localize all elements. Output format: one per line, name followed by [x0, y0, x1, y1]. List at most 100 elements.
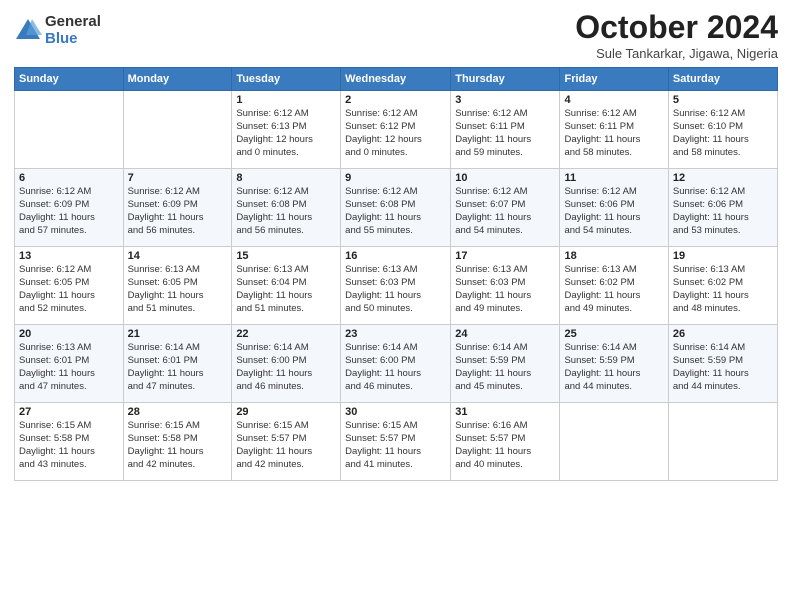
day-info: Sunrise: 6:15 AM Sunset: 5:57 PM Dayligh…: [345, 420, 446, 471]
calendar-cell: [15, 91, 124, 169]
calendar-week-row: 1 Sunrise: 6:12 AM Sunset: 6:13 PM Daylig…: [15, 91, 778, 169]
calendar-cell: 18 Sunrise: 6:13 AM Sunset: 6:02 PM Dayli…: [560, 247, 668, 325]
day-number: 11: [564, 172, 663, 184]
day-info: Sunrise: 6:12 AM Sunset: 6:11 PM Dayligh…: [564, 108, 663, 159]
day-number: 1: [236, 94, 336, 106]
day-number: 14: [128, 250, 228, 262]
day-number: 13: [19, 250, 119, 262]
day-info: Sunrise: 6:15 AM Sunset: 5:58 PM Dayligh…: [19, 420, 119, 471]
calendar-cell: 11 Sunrise: 6:12 AM Sunset: 6:06 PM Dayli…: [560, 169, 668, 247]
day-info: Sunrise: 6:12 AM Sunset: 6:13 PM Dayligh…: [236, 108, 336, 159]
day-number: 27: [19, 406, 119, 418]
day-number: 3: [455, 94, 555, 106]
day-of-week-header: Thursday: [451, 68, 560, 91]
day-info: Sunrise: 6:12 AM Sunset: 6:11 PM Dayligh…: [455, 108, 555, 159]
title-block: October 2024 Sule Tankarkar, Jigawa, Nig…: [575, 10, 778, 61]
calendar-body: 1 Sunrise: 6:12 AM Sunset: 6:13 PM Daylig…: [15, 91, 778, 481]
logo-text: General Blue: [45, 14, 101, 47]
calendar-cell: 9Sunrise: 6:12 AM Sunset: 6:08 PM Daylig…: [341, 169, 451, 247]
calendar-cell: 23Sunrise: 6:14 AM Sunset: 6:00 PM Dayli…: [341, 325, 451, 403]
day-number: 9: [345, 172, 446, 184]
calendar-cell: [123, 91, 232, 169]
day-info: Sunrise: 6:12 AM Sunset: 6:07 PM Dayligh…: [455, 186, 555, 237]
day-info: Sunrise: 6:14 AM Sunset: 5:59 PM Dayligh…: [564, 342, 663, 393]
days-of-week-row: SundayMondayTuesdayWednesdayThursdayFrid…: [15, 68, 778, 91]
calendar-cell: 7 Sunrise: 6:12 AM Sunset: 6:09 PM Daylig…: [123, 169, 232, 247]
day-info: Sunrise: 6:12 AM Sunset: 6:05 PM Dayligh…: [19, 264, 119, 315]
calendar-cell: 4Sunrise: 6:12 AM Sunset: 6:11 PM Daylig…: [560, 91, 668, 169]
day-info: Sunrise: 6:12 AM Sunset: 6:06 PM Dayligh…: [673, 186, 773, 237]
day-number: 16: [345, 250, 446, 262]
calendar-cell: 20 Sunrise: 6:13 AM Sunset: 6:01 PM Dayli…: [15, 325, 124, 403]
day-info: Sunrise: 6:12 AM Sunset: 6:12 PM Dayligh…: [345, 108, 446, 159]
logo-blue-text: Blue: [45, 31, 101, 48]
calendar-week-row: 13 Sunrise: 6:12 AM Sunset: 6:05 PM Dayli…: [15, 247, 778, 325]
day-number: 29: [236, 406, 336, 418]
calendar-cell: 24Sunrise: 6:14 AM Sunset: 5:59 PM Dayli…: [451, 325, 560, 403]
logo: General Blue: [14, 14, 101, 47]
calendar-cell: 14 Sunrise: 6:13 AM Sunset: 6:05 PM Dayli…: [123, 247, 232, 325]
day-info: Sunrise: 6:13 AM Sunset: 6:05 PM Dayligh…: [128, 264, 228, 315]
calendar-cell: 10 Sunrise: 6:12 AM Sunset: 6:07 PM Dayli…: [451, 169, 560, 247]
day-number: 25: [564, 328, 663, 340]
calendar-cell: 12 Sunrise: 6:12 AM Sunset: 6:06 PM Dayli…: [668, 169, 777, 247]
day-info: Sunrise: 6:14 AM Sunset: 6:01 PM Dayligh…: [128, 342, 228, 393]
day-number: 7: [128, 172, 228, 184]
page: General Blue October 2024 Sule Tankarkar…: [0, 0, 792, 612]
day-number: 10: [455, 172, 555, 184]
day-info: Sunrise: 6:12 AM Sunset: 6:06 PM Dayligh…: [564, 186, 663, 237]
day-info: Sunrise: 6:14 AM Sunset: 6:00 PM Dayligh…: [345, 342, 446, 393]
day-number: 24: [455, 328, 555, 340]
day-info: Sunrise: 6:13 AM Sunset: 6:02 PM Dayligh…: [673, 264, 773, 315]
day-info: Sunrise: 6:12 AM Sunset: 6:08 PM Dayligh…: [236, 186, 336, 237]
day-number: 20: [19, 328, 119, 340]
calendar-cell: 19Sunrise: 6:13 AM Sunset: 6:02 PM Dayli…: [668, 247, 777, 325]
logo-icon: [14, 17, 42, 45]
calendar-week-row: 20 Sunrise: 6:13 AM Sunset: 6:01 PM Dayli…: [15, 325, 778, 403]
day-of-week-header: Friday: [560, 68, 668, 91]
day-info: Sunrise: 6:16 AM Sunset: 5:57 PM Dayligh…: [455, 420, 555, 471]
calendar-header: SundayMondayTuesdayWednesdayThursdayFrid…: [15, 68, 778, 91]
calendar-cell: 25 Sunrise: 6:14 AM Sunset: 5:59 PM Dayli…: [560, 325, 668, 403]
calendar-cell: 17Sunrise: 6:13 AM Sunset: 6:03 PM Dayli…: [451, 247, 560, 325]
day-info: Sunrise: 6:12 AM Sunset: 6:10 PM Dayligh…: [673, 108, 773, 159]
calendar-cell: 6 Sunrise: 6:12 AM Sunset: 6:09 PM Daylig…: [15, 169, 124, 247]
day-number: 31: [455, 406, 555, 418]
day-of-week-header: Monday: [123, 68, 232, 91]
day-number: 12: [673, 172, 773, 184]
day-info: Sunrise: 6:13 AM Sunset: 6:02 PM Dayligh…: [564, 264, 663, 315]
header: General Blue October 2024 Sule Tankarkar…: [14, 10, 778, 61]
day-info: Sunrise: 6:13 AM Sunset: 6:03 PM Dayligh…: [345, 264, 446, 315]
day-number: 26: [673, 328, 773, 340]
calendar-cell: 31 Sunrise: 6:16 AM Sunset: 5:57 PM Dayli…: [451, 403, 560, 481]
calendar-cell: 5 Sunrise: 6:12 AM Sunset: 6:10 PM Daylig…: [668, 91, 777, 169]
calendar-cell: 27 Sunrise: 6:15 AM Sunset: 5:58 PM Dayli…: [15, 403, 124, 481]
calendar-cell: 3 Sunrise: 6:12 AM Sunset: 6:11 PM Daylig…: [451, 91, 560, 169]
day-number: 30: [345, 406, 446, 418]
day-number: 8: [236, 172, 336, 184]
day-info: Sunrise: 6:13 AM Sunset: 6:03 PM Dayligh…: [455, 264, 555, 315]
calendar-week-row: 27 Sunrise: 6:15 AM Sunset: 5:58 PM Dayli…: [15, 403, 778, 481]
calendar-cell: 30 Sunrise: 6:15 AM Sunset: 5:57 PM Dayli…: [341, 403, 451, 481]
calendar-cell: [668, 403, 777, 481]
subtitle: Sule Tankarkar, Jigawa, Nigeria: [575, 46, 778, 61]
day-number: 6: [19, 172, 119, 184]
calendar-cell: 28 Sunrise: 6:15 AM Sunset: 5:58 PM Dayli…: [123, 403, 232, 481]
day-number: 5: [673, 94, 773, 106]
calendar-cell: 8 Sunrise: 6:12 AM Sunset: 6:08 PM Daylig…: [232, 169, 341, 247]
day-of-week-header: Saturday: [668, 68, 777, 91]
day-info: Sunrise: 6:14 AM Sunset: 6:00 PM Dayligh…: [236, 342, 336, 393]
day-info: Sunrise: 6:12 AM Sunset: 6:09 PM Dayligh…: [128, 186, 228, 237]
logo-general-text: General: [45, 14, 101, 31]
day-info: Sunrise: 6:15 AM Sunset: 5:58 PM Dayligh…: [128, 420, 228, 471]
day-of-week-header: Wednesday: [341, 68, 451, 91]
day-number: 21: [128, 328, 228, 340]
calendar-cell: 26Sunrise: 6:14 AM Sunset: 5:59 PM Dayli…: [668, 325, 777, 403]
day-number: 28: [128, 406, 228, 418]
day-number: 22: [236, 328, 336, 340]
calendar-cell: 21 Sunrise: 6:14 AM Sunset: 6:01 PM Dayli…: [123, 325, 232, 403]
day-info: Sunrise: 6:12 AM Sunset: 6:09 PM Dayligh…: [19, 186, 119, 237]
calendar-cell: 16 Sunrise: 6:13 AM Sunset: 6:03 PM Dayli…: [341, 247, 451, 325]
day-number: 18: [564, 250, 663, 262]
day-info: Sunrise: 6:13 AM Sunset: 6:01 PM Dayligh…: [19, 342, 119, 393]
